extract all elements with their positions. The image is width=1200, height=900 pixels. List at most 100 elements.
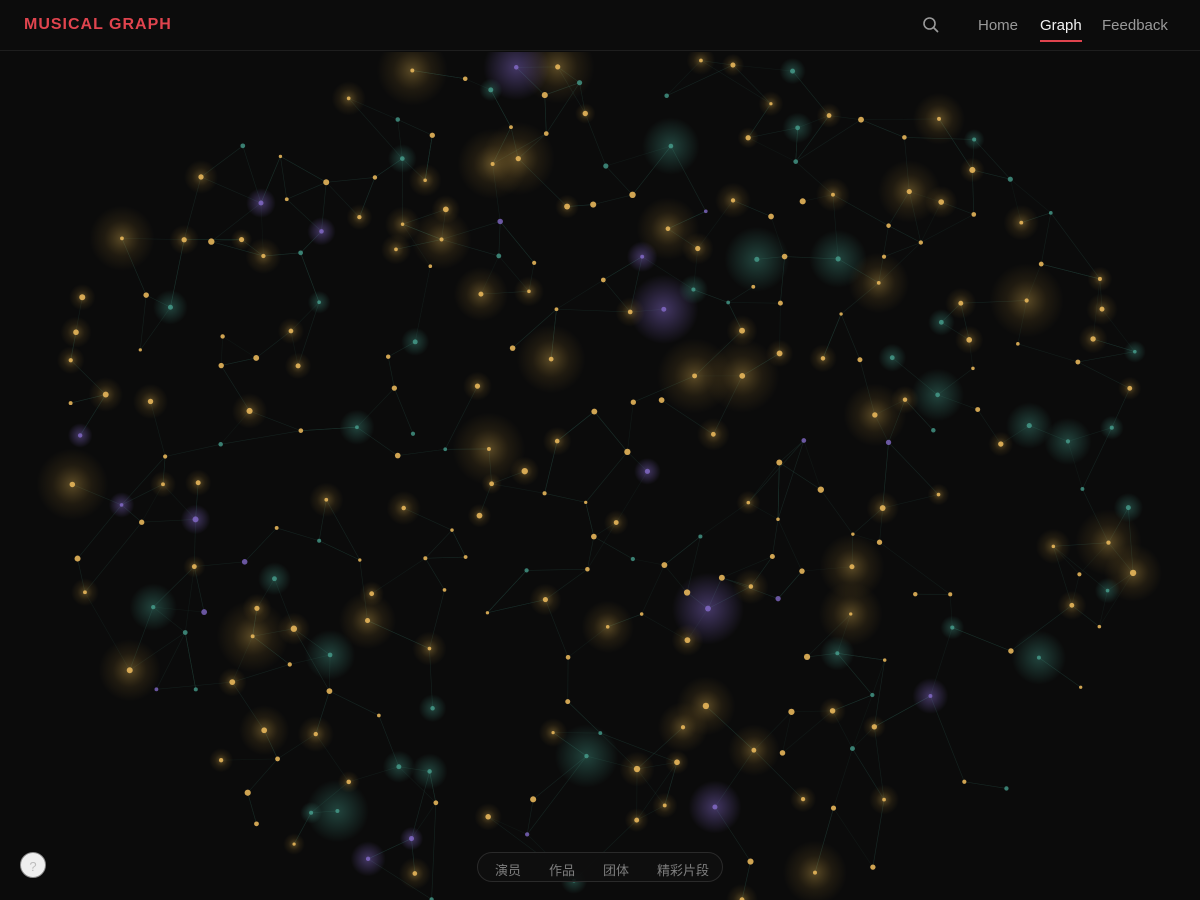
work-node[interactable] [1004, 786, 1009, 791]
actor-node[interactable] [394, 452, 401, 459]
actor-node[interactable] [702, 702, 710, 710]
actor-node[interactable] [768, 213, 774, 220]
actor-node[interactable] [1069, 602, 1075, 608]
legend-groups[interactable]: 团体 [603, 860, 629, 879]
work-node[interactable] [182, 630, 188, 635]
actor-node[interactable] [261, 253, 266, 259]
actor-node[interactable] [324, 497, 329, 502]
actor-node[interactable] [746, 500, 751, 505]
actor-node[interactable] [872, 412, 878, 418]
actor-node[interactable] [485, 611, 490, 615]
actor-node[interactable] [543, 131, 549, 136]
actor-node[interactable] [776, 459, 783, 466]
actor-node[interactable] [799, 198, 806, 205]
work-node[interactable] [950, 625, 955, 630]
work-node[interactable] [496, 253, 502, 259]
actor-node[interactable] [777, 300, 783, 306]
actor-node[interactable] [478, 291, 484, 297]
actor-node[interactable] [590, 201, 597, 208]
actor-node[interactable] [565, 654, 571, 660]
actor-node[interactable] [582, 110, 588, 117]
actor-node[interactable] [1051, 544, 1056, 549]
actor-node[interactable] [143, 292, 149, 298]
actor-node[interactable] [882, 658, 887, 662]
work-node[interactable] [935, 392, 940, 398]
actor-node[interactable] [474, 383, 481, 389]
actor-node[interactable] [254, 821, 259, 827]
actor-node[interactable] [229, 679, 236, 686]
actor-node[interactable] [1129, 569, 1137, 577]
actor-node[interactable] [554, 438, 560, 444]
actor-node[interactable] [250, 634, 255, 639]
actor-node[interactable] [600, 277, 606, 283]
actor-node[interactable] [515, 155, 521, 162]
actor-node[interactable] [394, 247, 398, 252]
actor-node[interactable] [462, 76, 468, 82]
actor-node[interactable] [1024, 298, 1029, 303]
actor-node[interactable] [971, 366, 975, 371]
group-node[interactable] [712, 804, 718, 810]
actor-node[interactable] [624, 448, 631, 455]
group-node[interactable] [775, 596, 781, 602]
actor-node[interactable] [851, 532, 855, 536]
actor-node[interactable] [718, 574, 725, 581]
actor-node[interactable] [630, 399, 636, 405]
actor-node[interactable] [433, 800, 439, 806]
actor-node[interactable] [605, 625, 610, 629]
actor-node[interactable] [975, 407, 981, 413]
actor-node[interactable] [548, 356, 554, 362]
actor-node[interactable] [551, 730, 555, 735]
work-node[interactable] [850, 746, 855, 752]
actor-node[interactable] [1016, 342, 1020, 346]
actor-node[interactable] [839, 312, 843, 316]
actor-node[interactable] [410, 68, 415, 73]
actor-node[interactable] [769, 553, 775, 560]
actor-node[interactable] [463, 555, 468, 559]
work-node[interactable] [793, 159, 799, 164]
actor-node[interactable] [937, 116, 941, 121]
work-node[interactable] [317, 538, 322, 543]
work-node[interactable] [972, 137, 977, 142]
work-node[interactable] [1007, 176, 1013, 182]
work-node[interactable] [1080, 487, 1085, 491]
actor-node[interactable] [882, 797, 886, 802]
actor-node[interactable] [298, 428, 304, 433]
actor-node[interactable] [450, 528, 454, 532]
actor-node[interactable] [565, 699, 571, 705]
group-node[interactable] [705, 605, 711, 612]
work-node[interactable] [754, 256, 760, 262]
actor-node[interactable] [803, 653, 811, 661]
actor-node[interactable] [585, 566, 590, 572]
work-node[interactable] [931, 428, 936, 433]
help-button[interactable]: ? [20, 852, 46, 878]
actor-node[interactable] [1127, 385, 1133, 391]
actor-node[interactable] [74, 555, 81, 562]
actor-node[interactable] [326, 688, 333, 695]
actor-node[interactable] [776, 350, 783, 357]
nav-feedback[interactable]: Feedback [1102, 17, 1168, 34]
actor-node[interactable] [826, 113, 832, 118]
actor-node[interactable] [902, 397, 908, 402]
actor-node[interactable] [73, 329, 79, 336]
actor-node[interactable] [290, 625, 298, 632]
group-node[interactable] [497, 218, 503, 225]
actor-node[interactable] [181, 237, 187, 243]
actor-node[interactable] [1008, 648, 1014, 654]
actor-node[interactable] [369, 591, 375, 597]
actor-node[interactable] [879, 505, 886, 511]
actor-node[interactable] [377, 713, 381, 718]
actor-node[interactable] [509, 345, 516, 351]
actor-node[interactable] [692, 373, 698, 379]
group-node[interactable] [514, 65, 519, 70]
work-node[interactable] [1133, 349, 1137, 354]
actor-node[interactable] [163, 454, 168, 459]
actor-node[interactable] [391, 385, 397, 391]
group-node[interactable] [119, 503, 124, 507]
work-node[interactable] [576, 80, 583, 86]
actor-node[interactable] [633, 765, 641, 773]
actor-node[interactable] [79, 294, 86, 301]
actor-node[interactable] [948, 592, 953, 597]
work-node[interactable] [1105, 588, 1110, 593]
group-node[interactable] [644, 468, 651, 474]
actor-node[interactable] [1090, 336, 1096, 342]
